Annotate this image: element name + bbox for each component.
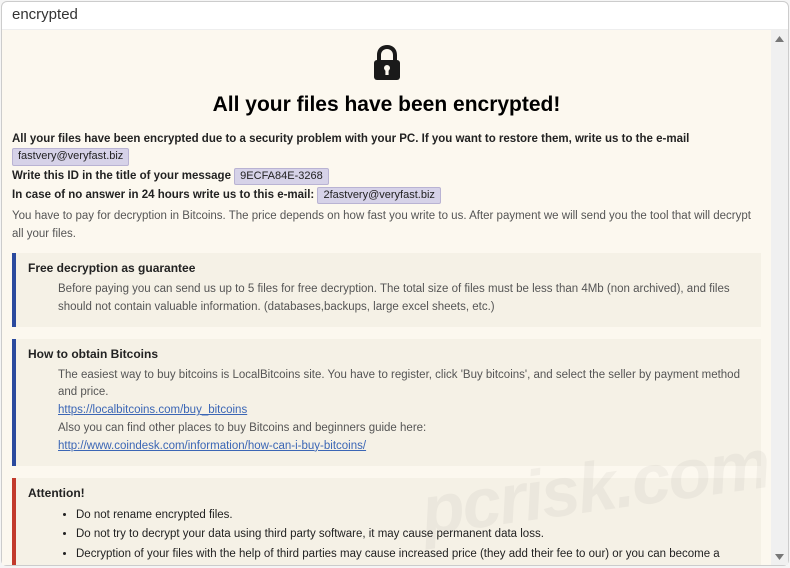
lock-icon <box>12 44 761 87</box>
scroll-down-arrow[interactable] <box>773 550 786 563</box>
section-bitcoins: How to obtain Bitcoins The easiest way t… <box>12 339 761 466</box>
intro-text-2: Write this ID in the title of your messa… <box>12 170 234 182</box>
email-chip-2: 2fastvery@veryfast.biz <box>317 187 440 204</box>
content-wrapper: All your files have been encrypted! All … <box>2 30 788 565</box>
intro-text-3: In case of no answer in 24 hours write u… <box>12 189 317 201</box>
id-chip: 9ECFA84E-3268 <box>234 168 329 185</box>
list-item: Do not try to decrypt your data using th… <box>76 525 749 545</box>
section-free-decryption: Free decryption as guarantee Before payi… <box>12 253 761 327</box>
section-body-free: Before paying you can send us up to 5 fi… <box>28 281 749 317</box>
email-chip-1: fastvery@veryfast.biz <box>12 148 129 165</box>
section-title-bitcoins: How to obtain Bitcoins <box>28 347 749 361</box>
intro-line-2: Write this ID in the title of your messa… <box>12 168 761 185</box>
bitcoins-text-1: The easiest way to buy bitcoins is Local… <box>58 369 740 399</box>
section-body-bitcoins: The easiest way to buy bitcoins is Local… <box>28 367 749 456</box>
intro-line-1: All your files have been encrypted due t… <box>12 131 761 166</box>
content-area: All your files have been encrypted! All … <box>2 30 771 565</box>
list-item: Do not rename encrypted files. <box>76 506 749 526</box>
ransom-window: encrypted All your files have been encry… <box>1 1 789 566</box>
main-heading: All your files have been encrypted! <box>12 93 761 117</box>
payment-note: You have to pay for decryption in Bitcoi… <box>12 208 761 243</box>
bitcoins-link-2[interactable]: http://www.coindesk.com/information/how-… <box>58 440 366 452</box>
intro-text-1: All your files have been encrypted due t… <box>12 133 689 145</box>
window-title: encrypted <box>2 2 788 30</box>
scroll-up-arrow[interactable] <box>773 32 786 45</box>
bitcoins-link-1[interactable]: https://localbitcoins.com/buy_bitcoins <box>58 404 247 416</box>
section-attention: Attention! Do not rename encrypted files… <box>12 478 761 565</box>
list-item: Decryption of your files with the help o… <box>76 545 749 565</box>
bitcoins-text-2: Also you can find other places to buy Bi… <box>58 422 426 434</box>
attention-list: Do not rename encrypted files. Do not tr… <box>28 506 749 565</box>
vertical-scrollbar[interactable] <box>771 30 788 565</box>
section-title-free: Free decryption as guarantee <box>28 261 749 275</box>
section-title-attention: Attention! <box>28 486 749 500</box>
intro-line-3: In case of no answer in 24 hours write u… <box>12 187 761 204</box>
